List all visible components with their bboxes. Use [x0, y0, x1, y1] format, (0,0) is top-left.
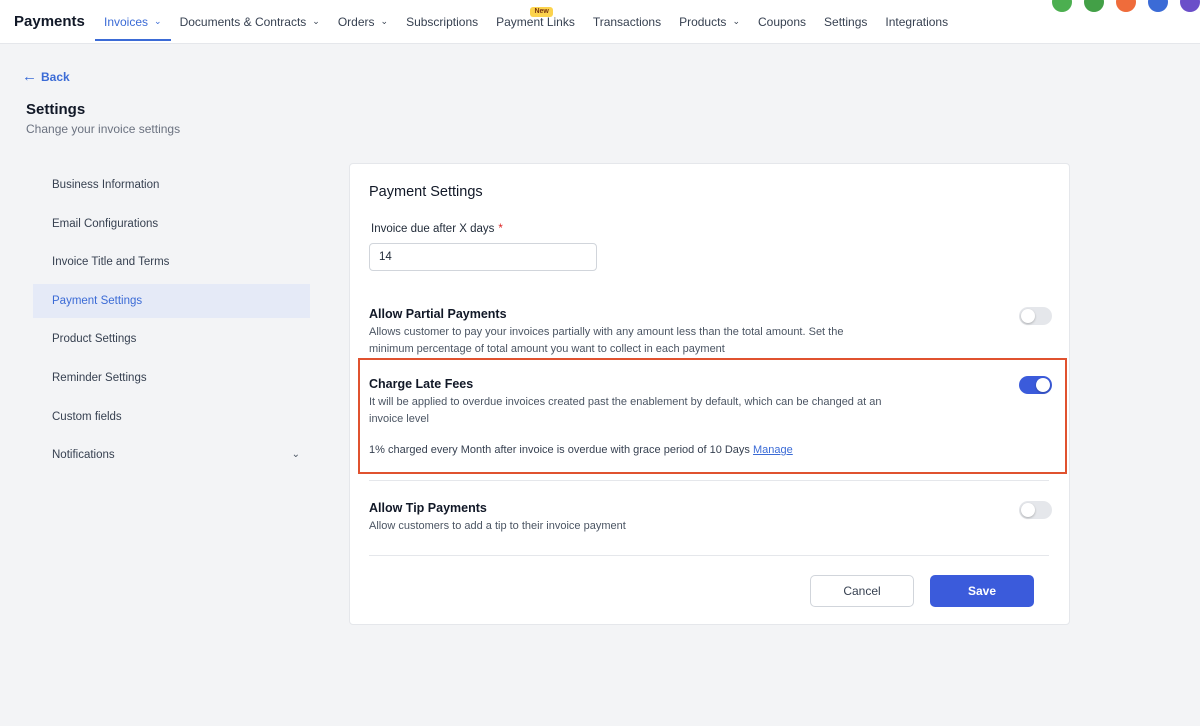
setting-title: Charge Late Fees: [369, 377, 474, 391]
sidebar-item-payment-settings[interactable]: Payment Settings: [33, 283, 310, 318]
nav-tab-label: Coupons: [757, 15, 807, 29]
sidebar-item-label: Email Configurations: [52, 217, 159, 230]
nav-tab-label: Orders: [337, 15, 375, 29]
sidebar-item-email-configurations[interactable]: Email Configurations: [33, 207, 310, 241]
nav-tab-label: Invoices: [104, 15, 149, 29]
due-days-label-text: Invoice due after X days: [371, 223, 495, 235]
avatar[interactable]: [1116, 0, 1136, 12]
nav-tab-label: Transactions: [592, 15, 662, 29]
partial-payments-setting: Allow Partial Payments Allows customer t…: [369, 307, 1049, 358]
sidebar-item-label: Business Information: [52, 179, 160, 191]
nav-tab-coupons[interactable]: Coupons: [749, 0, 815, 44]
sidebar-item-invoice-title-terms[interactable]: Invoice Title and Terms: [33, 245, 310, 279]
nav-tab-orders[interactable]: Orders ⌄: [329, 0, 397, 44]
nav-tab-subscriptions[interactable]: Subscriptions: [397, 0, 487, 44]
chevron-down-icon: ⌄: [291, 449, 300, 461]
late-fees-setting: Charge Late Fees It will be applied to o…: [369, 377, 1049, 456]
nav-tab-invoices[interactable]: Invoices ⌄: [95, 0, 171, 44]
nav-tab-products[interactable]: Products ⌄: [670, 0, 749, 44]
divider: [369, 480, 1049, 481]
nav-tab-transactions[interactable]: Transactions: [584, 0, 670, 44]
avatar[interactable]: [1148, 0, 1168, 12]
due-days-label: Invoice due after X days *: [371, 223, 503, 235]
sidebar-item-product-settings[interactable]: Product Settings: [33, 322, 310, 356]
toggle-knob: [1021, 309, 1035, 323]
tip-payments-setting: Allow Tip Payments Allow customers to ad…: [369, 501, 1049, 535]
app-title: Payments: [14, 13, 85, 30]
sidebar-item-label: Invoice Title and Terms: [52, 256, 170, 269]
nav-tab-label: Products: [679, 15, 727, 29]
sidebar-item-label: Payment Settings: [52, 294, 143, 307]
chevron-down-icon: ⌄: [312, 15, 320, 26]
nav-tab-settings[interactable]: Settings: [815, 0, 876, 44]
nav-tab-label: Settings: [824, 15, 868, 29]
chevron-down-icon: ⌄: [380, 15, 389, 26]
setting-description: Allow customers to add a tip to their in…: [369, 520, 626, 532]
chevron-down-icon: ⌄: [732, 15, 740, 26]
arrow-left-icon: ←: [22, 68, 37, 85]
sidebar-item-business-information[interactable]: Business Information: [33, 168, 310, 202]
main-nav: Invoices ⌄ Documents & Contracts ⌄ Order…: [95, 0, 957, 44]
setting-title: Allow Tip Payments: [369, 501, 487, 515]
tip-payments-toggle[interactable]: [1019, 501, 1052, 519]
chevron-down-icon: ⌄: [154, 15, 162, 26]
cancel-button[interactable]: Cancel: [810, 575, 914, 607]
nav-tab-integrations[interactable]: Integrations: [876, 0, 957, 44]
nav-tab-label: Documents & Contracts: [179, 15, 307, 29]
payment-settings-card: Payment Settings Invoice due after X day…: [349, 163, 1070, 625]
sidebar-item-reminder-settings[interactable]: Reminder Settings: [33, 361, 310, 395]
nav-tab-label: Integrations: [885, 15, 949, 29]
sidebar-item-label: Reminder Settings: [52, 371, 147, 384]
back-link[interactable]: ← Back: [22, 68, 70, 85]
late-fees-summary: 1% charged every Month after invoice is …: [369, 444, 1049, 456]
due-days-input[interactable]: [369, 243, 597, 271]
sidebar-item-notifications[interactable]: Notifications ⌄: [33, 438, 310, 472]
page-subtitle: Change your invoice settings: [26, 122, 181, 136]
card-title: Payment Settings: [369, 184, 483, 200]
nav-tab-label: Payment Links: [496, 15, 575, 29]
nav-tab-documents-contracts[interactable]: Documents & Contracts ⌄: [171, 0, 329, 44]
required-mark: *: [498, 223, 503, 235]
nav-tab-label: Subscriptions: [406, 15, 479, 29]
manage-link[interactable]: Manage: [753, 444, 793, 456]
avatar[interactable]: [1180, 0, 1200, 12]
setting-description: Allows customer to pay your invoices par…: [369, 326, 844, 355]
back-label: Back: [41, 70, 70, 84]
toggle-knob: [1021, 503, 1035, 517]
top-navigation-bar: Payments Invoices ⌄ Documents & Contract…: [0, 0, 1200, 44]
avatar[interactable]: [1052, 0, 1072, 12]
sidebar-item-label: Product Settings: [52, 333, 137, 346]
setting-title: Allow Partial Payments: [369, 307, 507, 321]
late-fees-toggle[interactable]: [1019, 376, 1052, 394]
new-badge: New: [530, 7, 553, 17]
nav-tab-payment-links[interactable]: New Payment Links: [487, 0, 584, 44]
avatar[interactable]: [1084, 0, 1104, 12]
setting-description: It will be applied to overdue invoices c…: [369, 396, 882, 425]
settings-sidebar: Business Information Email Configuration…: [33, 168, 310, 477]
page-title: Settings: [26, 101, 86, 118]
save-button[interactable]: Save: [930, 575, 1034, 607]
toggle-knob: [1036, 378, 1050, 392]
sidebar-item-custom-fields[interactable]: Custom fields: [33, 400, 310, 434]
sidebar-item-label: Custom fields: [52, 410, 122, 423]
sidebar-item-label: Notifications: [52, 449, 115, 462]
partial-payments-toggle[interactable]: [1019, 307, 1052, 325]
avatar-group: [1052, 0, 1200, 12]
divider: [369, 555, 1049, 556]
late-fees-summary-text: 1% charged every Month after invoice is …: [369, 444, 750, 456]
